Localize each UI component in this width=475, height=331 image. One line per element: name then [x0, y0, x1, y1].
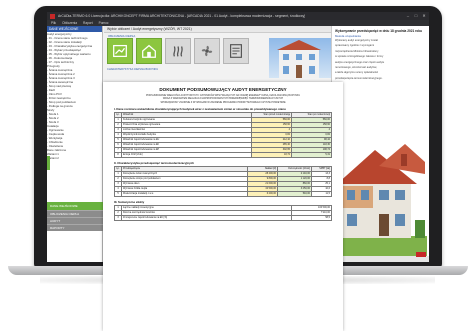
row-label: Zmniejszenie zapotrzebowania na EK [%] — [121, 214, 292, 221]
help-line: przedsięwzięcia termomodernizacyjnego. — [335, 76, 383, 80]
minimize-button[interactable]: – — [405, 13, 411, 18]
main-header: Wybór obliczeń / Audyt energetyczny (WZÓ… — [104, 26, 331, 33]
table-row: 5 Modernizacja instalacji c.w.u. 6 200,00 5… — [114, 190, 332, 197]
sidebar-button-reports[interactable]: RAPORTY — [47, 224, 103, 231]
menu-file[interactable]: Plik — [51, 21, 56, 25]
summary-document: DOKUMENT PODSUMOWUJĄCY AUDYT ENERGETYCZN… — [103, 82, 343, 331]
help-footer — [332, 256, 429, 262]
project-tree: Audyt energetyczny - 01 - Ocena stanu te… — [47, 32, 102, 160]
sidebar-button-audit[interactable]: AUDYT — [47, 217, 103, 224]
row-number: 5 — [114, 190, 122, 197]
close-button[interactable]: ✕ — [421, 13, 427, 18]
summary-table: 1 Łączne nakłady inwestycyjne 100 500,00 2 R… — [114, 204, 332, 221]
measures-table: Lp. Przedsięwzięcie Nakład [zł] Oszczędn… — [114, 165, 332, 197]
sidebar-collapse-handle[interactable] — [47, 156, 50, 170]
row-label: Emisja CO2 [t/rok] — [121, 151, 252, 158]
help-close-button[interactable] — [416, 252, 426, 257]
tile-caption: CHARAKTERYSTYKA CIEPLNA BUDYNKU — [107, 68, 159, 71]
measures-table-body: 1 Docieplenie ścian zewnętrznych 28 400,00… — [114, 170, 332, 197]
summary-value: 58,5 — [291, 214, 332, 221]
menu-report[interactable]: Raport — [83, 21, 93, 25]
app-logo-icon — [50, 13, 55, 19]
menu-help[interactable]: Pomoc — [99, 21, 109, 25]
sidebar-button-input-data[interactable]: DANE WEJŚCIOWE — [47, 202, 103, 210]
menu-calculations[interactable]: Obliczenia — [62, 21, 77, 25]
value-before: 18,72 — [251, 151, 292, 158]
maximize-button[interactable]: □ — [413, 13, 419, 18]
title-bar: ArCADia-TERMO 6.0 Licencja dla: ARCHIKON… — [47, 12, 429, 20]
summary-table-body: 1 Łączne nakłady inwestycyjne 100 500,00 2 R… — [114, 204, 332, 221]
window-controls: – □ ✕ — [405, 13, 427, 18]
help-title: Wykonywanie przedsięwzięć w dniu 18 grud… — [335, 29, 423, 33]
row-label: Modernizacja instalacji c.w.u. — [121, 190, 248, 197]
swiadectwo-icon[interactable] — [223, 38, 249, 64]
tree-item[interactable]: Wariant 2 — [47, 156, 102, 160]
ogrzewanie-icon[interactable] — [165, 38, 191, 64]
house-render — [335, 128, 427, 258]
window-title: ArCADia-TERMO 6.0 Licencja dla: ARCHIKON… — [58, 14, 306, 18]
charakterystyka-icon[interactable] — [136, 38, 162, 64]
help-panel: Wykonywanie przedsięwzięć w dniu 18 grud… — [331, 26, 429, 262]
row-number: 3 — [114, 214, 122, 221]
saving-value: 540,00 — [277, 190, 312, 197]
table-row: 8 Emisja CO2 [t/rok] 18,72 5,31 — [114, 151, 332, 158]
wentylacja-icon[interactable] — [194, 38, 220, 64]
sidebar-button-heat-calc[interactable]: OBLICZENIA CIEPŁA — [47, 210, 103, 217]
audyt-energetyczny-icon[interactable] — [107, 38, 133, 64]
indicators-table-body: 1 Kubatura budynku ogrzewana 560,00 560,00 2… — [114, 116, 332, 158]
cost-value: 6 200,00 — [247, 190, 278, 197]
spbt-value: 11,5 — [311, 190, 332, 197]
table-row: 3 Zmniejszenie zapotrzebowania na EK [%] 5… — [114, 214, 332, 221]
document-title: DOKUMENT PODSUMOWUJĄCY AUDYT ENERGETYCZN… — [159, 87, 287, 92]
building-photo — [269, 38, 331, 78]
row-number: 8 — [114, 151, 122, 158]
sidebar: DANE WEJŚCIOWE Audyt energetyczny - 01 -… — [47, 26, 103, 262]
value-after: 5,31 — [291, 151, 332, 158]
indicators-table: Lp. Wskaźnik Stan przed modernizacją Sta… — [114, 111, 332, 158]
